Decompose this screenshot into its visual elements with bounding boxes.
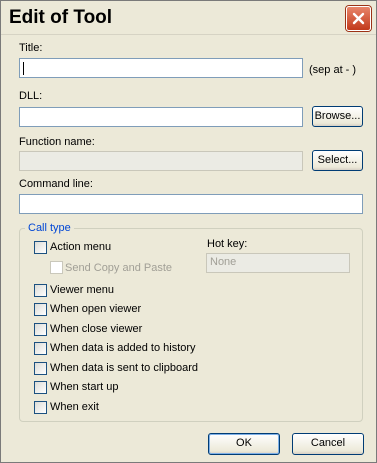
action-menu-checkbox[interactable] (34, 241, 47, 254)
when-clipboard-checkbox[interactable] (34, 362, 47, 375)
command-line-input[interactable] (19, 194, 363, 214)
title-input[interactable] (19, 58, 303, 78)
dll-input[interactable] (19, 107, 303, 127)
function-name-input (19, 151, 303, 171)
when-exit-label[interactable]: When exit (50, 401, 99, 413)
action-menu-label[interactable]: Action menu (50, 241, 111, 253)
select-button[interactable]: Select... (312, 150, 363, 171)
command-line-label: Command line: (19, 178, 93, 190)
hot-key-field: None (206, 253, 350, 273)
when-clipboard-label[interactable]: When data is sent to clipboard (50, 362, 198, 374)
when-history-checkbox[interactable] (34, 342, 47, 355)
cancel-button[interactable]: Cancel (292, 433, 364, 455)
browse-button[interactable]: Browse... (312, 106, 363, 127)
hot-key-label: Hot key: (207, 238, 248, 250)
close-icon (352, 12, 365, 25)
title-label: Title: (19, 42, 43, 54)
title-bar[interactable]: Edit of Tool (1, 1, 376, 35)
send-copy-paste-checkbox (50, 261, 63, 274)
dialog-window: Edit of Tool Title: (sep at - ) DLL: Bro… (0, 0, 377, 463)
title-hint: (sep at - ) (309, 64, 357, 76)
ok-button[interactable]: OK (208, 433, 280, 455)
when-close-viewer-label[interactable]: When close viewer (50, 323, 142, 335)
when-start-up-label[interactable]: When start up (50, 381, 118, 393)
when-close-viewer-checkbox[interactable] (34, 323, 47, 336)
when-open-viewer-label[interactable]: When open viewer (50, 303, 141, 315)
call-type-legend: Call type (25, 222, 74, 234)
function-name-label: Function name: (19, 136, 95, 148)
close-button[interactable] (346, 6, 371, 31)
when-exit-checkbox[interactable] (34, 401, 47, 414)
viewer-menu-checkbox[interactable] (34, 284, 47, 297)
when-open-viewer-checkbox[interactable] (34, 303, 47, 316)
text-caret (23, 62, 24, 75)
viewer-menu-label[interactable]: Viewer menu (50, 284, 114, 296)
send-copy-paste-label: Send Copy and Paste (65, 262, 173, 274)
window-title: Edit of Tool (9, 7, 113, 28)
dll-label: DLL: (19, 90, 43, 102)
when-start-up-checkbox[interactable] (34, 381, 47, 394)
when-history-label[interactable]: When data is added to history (50, 342, 196, 354)
